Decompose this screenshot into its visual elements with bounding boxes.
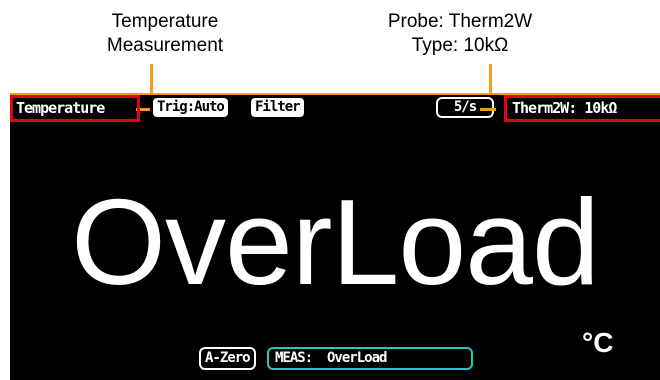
- meas-status-label: MEAS: OverLoad: [275, 350, 387, 366]
- temperature-callout-line1: Temperature: [111, 11, 219, 32]
- sample-rate-label: 5/s: [453, 99, 477, 115]
- filter-indicator: Filter: [251, 98, 304, 117]
- probe-callout: Probe: Therm2W Type: 10kΩ: [355, 10, 565, 58]
- rate-connector: [480, 108, 496, 111]
- temperature-callout: Temperature Measurement: [70, 10, 260, 58]
- main-reading: OverLoad: [71, 174, 600, 310]
- probe-callout-line1: Probe: Therm2W: [387, 11, 533, 32]
- meter-screen: Temperature Trig:Auto Filter 5/s Therm2W…: [10, 95, 660, 380]
- temperature-unit: °C: [582, 327, 614, 358]
- probe-highlight-box: [504, 95, 660, 122]
- autozero-indicator: A-Zero: [199, 347, 256, 370]
- function-highlight-box: [10, 95, 140, 122]
- temperature-callout-line2: Measurement: [106, 35, 224, 56]
- probe-callout-line2: Type: 10kΩ: [411, 35, 509, 56]
- trigger-indicator: Trig:Auto: [153, 98, 228, 117]
- meas-status: MEAS: OverLoad: [267, 347, 473, 370]
- autozero-label: A-Zero: [205, 350, 251, 366]
